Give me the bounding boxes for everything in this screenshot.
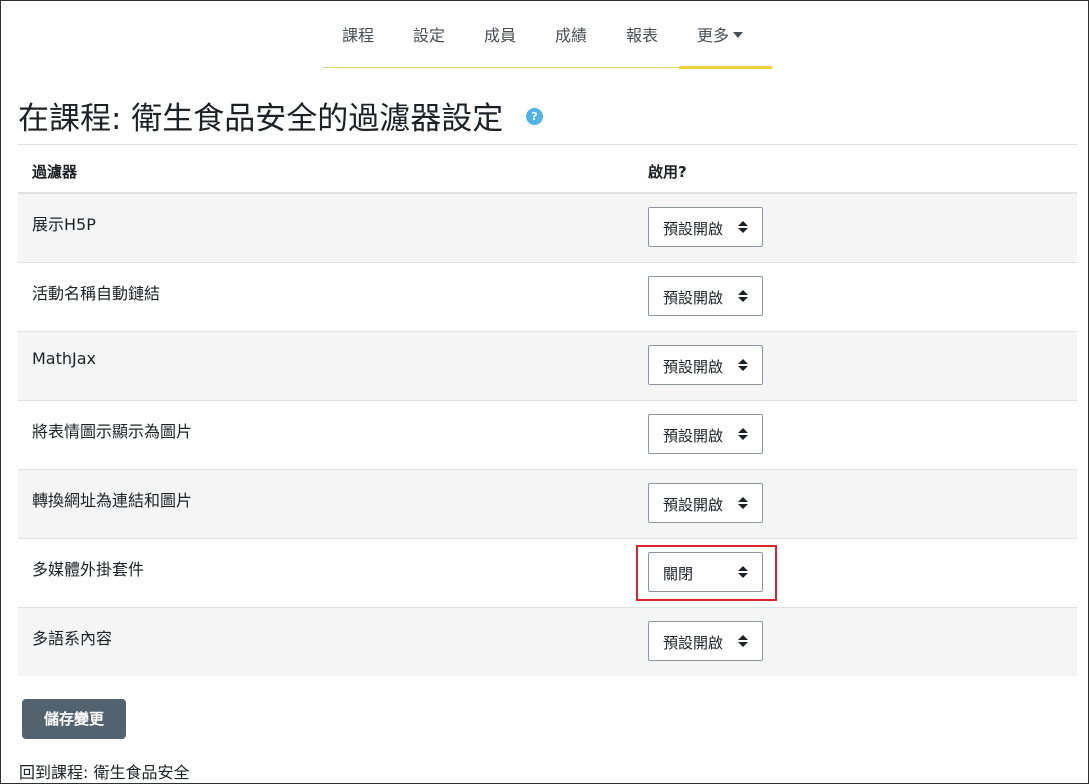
filter-name: 轉換網址為連結和圖片 (32, 491, 193, 510)
nav-item-grades[interactable]: 成績 (555, 22, 587, 46)
table-row: 活動名稱自動鏈結 預設開啟 (18, 263, 1077, 332)
sort-arrows-icon (738, 221, 748, 233)
filter-state-select[interactable]: 預設開啟 (648, 276, 763, 316)
save-changes-button[interactable]: 儲存變更 (22, 699, 126, 739)
column-header-enabled: 啟用? (648, 163, 687, 181)
sort-arrows-icon (738, 290, 748, 302)
filter-name: 展示H5P (32, 215, 96, 234)
sort-arrows-icon (738, 635, 748, 647)
table-row: MathJax 預設開啟 (18, 332, 1077, 401)
filter-name: MathJax (32, 349, 97, 368)
sort-arrows-icon (738, 566, 748, 578)
nav-item-more[interactable]: 更多 (697, 22, 744, 46)
table-row: 展示H5P 預設開啟 (18, 194, 1077, 263)
filters-table: 過濾器 啟用? 展示H5P 預設開啟 活動名稱自動鏈結 預設開啟 MathJax… (18, 144, 1077, 676)
sort-arrows-icon (738, 359, 748, 371)
filter-state-select[interactable]: 預設開啟 (648, 414, 763, 454)
filter-state-select[interactable]: 預設開啟 (648, 345, 763, 385)
filter-state-select[interactable]: 預設開啟 (648, 207, 763, 247)
select-value: 關閉 (663, 565, 694, 583)
filter-name: 將表情圖示顯示為圖片 (32, 422, 193, 441)
sort-arrows-icon (738, 497, 748, 509)
page-title: 在課程: 衛生食品安全的過濾器設定 (18, 101, 504, 137)
filter-name: 活動名稱自動鏈結 (32, 284, 161, 303)
nav-item-settings[interactable]: 設定 (413, 22, 445, 46)
nav-item-course[interactable]: 課程 (342, 22, 374, 46)
filter-name: 多語系內容 (32, 629, 113, 648)
select-value: 預設開啟 (663, 220, 724, 238)
caret-down-icon (733, 31, 744, 38)
filter-state-select[interactable]: 預設開啟 (648, 621, 763, 661)
table-row: 將表情圖示顯示為圖片 預設開啟 (18, 401, 1077, 470)
sort-arrows-icon (738, 428, 748, 440)
select-value: 預設開啟 (663, 496, 724, 514)
nav-active-indicator (679, 66, 772, 69)
select-value: 預設開啟 (663, 427, 724, 445)
column-header-filter: 過濾器 (32, 163, 78, 181)
select-value: 預設開啟 (663, 358, 724, 376)
nav-item-more-label: 更多 (697, 26, 730, 45)
nav-item-reports[interactable]: 報表 (626, 22, 658, 46)
filter-state-select[interactable]: 關閉 (648, 552, 763, 592)
nav-item-participants[interactable]: 成員 (484, 22, 516, 46)
filter-state-select[interactable]: 預設開啟 (648, 483, 763, 523)
select-value: 預設開啟 (663, 634, 724, 652)
table-row: 多媒體外掛套件 關閉 (18, 539, 1077, 608)
select-value: 預設開啟 (663, 289, 724, 307)
question-circle-icon[interactable]: ? (526, 108, 543, 125)
table-header: 過濾器 啟用? (18, 144, 1077, 194)
table-row: 轉換網址為連結和圖片 預設開啟 (18, 470, 1077, 539)
filter-name: 多媒體外掛套件 (32, 560, 145, 579)
table-row: 多語系內容 預設開啟 (18, 608, 1077, 676)
course-secondary-nav: 課程 設定 成員 成績 報表 更多 (323, 0, 772, 69)
back-to-course-link[interactable]: 回到課程: 衛生食品安全 (19, 759, 189, 783)
